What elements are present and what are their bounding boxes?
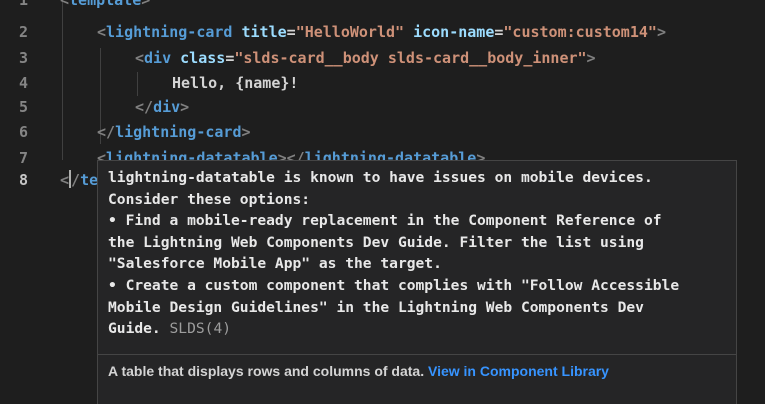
code-token: > <box>656 23 666 41</box>
code-text: Hello, {name}! <box>172 71 298 95</box>
code-token: </ <box>97 123 116 141</box>
code-line[interactable]: 3 <div class="slds-card__body slds-card__… <box>0 46 765 70</box>
hover-popup: lightning-datatable is known to have iss… <box>97 160 737 404</box>
code-token: < <box>135 49 145 67</box>
line-number: 1 <box>18 0 28 9</box>
code-token: div <box>153 98 181 116</box>
code-line[interactable]: 4 Hello, {name}! <box>0 71 765 95</box>
code-text: </lightning-card> <box>97 120 251 144</box>
code-token: > <box>586 49 596 67</box>
code-line[interactable]: 2 <lightning-card title="HelloWorld" icon… <box>0 20 765 44</box>
line-number: 4 <box>18 74 28 92</box>
code-token: > <box>141 0 151 9</box>
line-number: 3 <box>18 49 28 67</box>
code-line[interactable]: 5 </div> <box>0 95 765 119</box>
code-token: te <box>80 171 99 189</box>
code-token: div <box>144 49 172 67</box>
code-text: </te <box>60 168 98 192</box>
code-token: > <box>180 98 190 116</box>
code-token: "slds-card__body slds-card__body_inner" <box>234 49 587 67</box>
line-number: 7 <box>18 149 28 167</box>
code-token: lightning-card <box>115 123 242 141</box>
line-number: 2 <box>18 23 28 41</box>
code-token: icon-name <box>413 23 495 41</box>
code-editor[interactable]: 1 <template> 2 <lightning-card title="Hello… <box>0 0 765 404</box>
code-token: template <box>69 0 142 9</box>
code-text: </div> <box>135 95 189 119</box>
code-text: <lightning-card title="HelloWorld" icon-… <box>97 20 666 44</box>
hover-source-label: SLDS(4) <box>169 320 232 338</box>
hover-message: lightning-datatable is known to have iss… <box>98 161 736 354</box>
code-token: "HelloWorld" <box>295 23 405 41</box>
code-token: Hello, {name}! <box>172 74 299 92</box>
code-token: lightning-card <box>106 23 233 41</box>
code-line[interactable]: 6 </lightning-card> <box>0 120 765 144</box>
line-number: 6 <box>18 123 28 141</box>
code-token: "custom:custom14" <box>503 23 657 41</box>
hover-footer: A table that displays rows and columns o… <box>98 355 736 387</box>
hover-message-text: lightning-datatable is known to have iss… <box>108 169 680 338</box>
component-library-link[interactable]: View in Component Library <box>428 363 609 379</box>
hover-footer-text: A table that displays rows and columns o… <box>108 363 428 379</box>
code-token: < <box>60 0 70 9</box>
code-text: <template> <box>60 0 150 12</box>
code-token: class <box>180 49 226 67</box>
code-text: <div class="slds-card__body slds-card__b… <box>135 46 596 70</box>
code-token: = <box>286 23 296 41</box>
code-token: </ <box>135 98 154 116</box>
code-line[interactable]: 1 <template> <box>0 0 765 12</box>
code-token: title <box>241 23 287 41</box>
code-token: > <box>241 123 251 141</box>
code-token: / <box>71 171 81 189</box>
code-token: = <box>225 49 235 67</box>
line-number: 5 <box>18 98 28 116</box>
line-number: 8 <box>18 171 28 189</box>
code-token: < <box>60 171 70 189</box>
code-token: < <box>97 23 107 41</box>
